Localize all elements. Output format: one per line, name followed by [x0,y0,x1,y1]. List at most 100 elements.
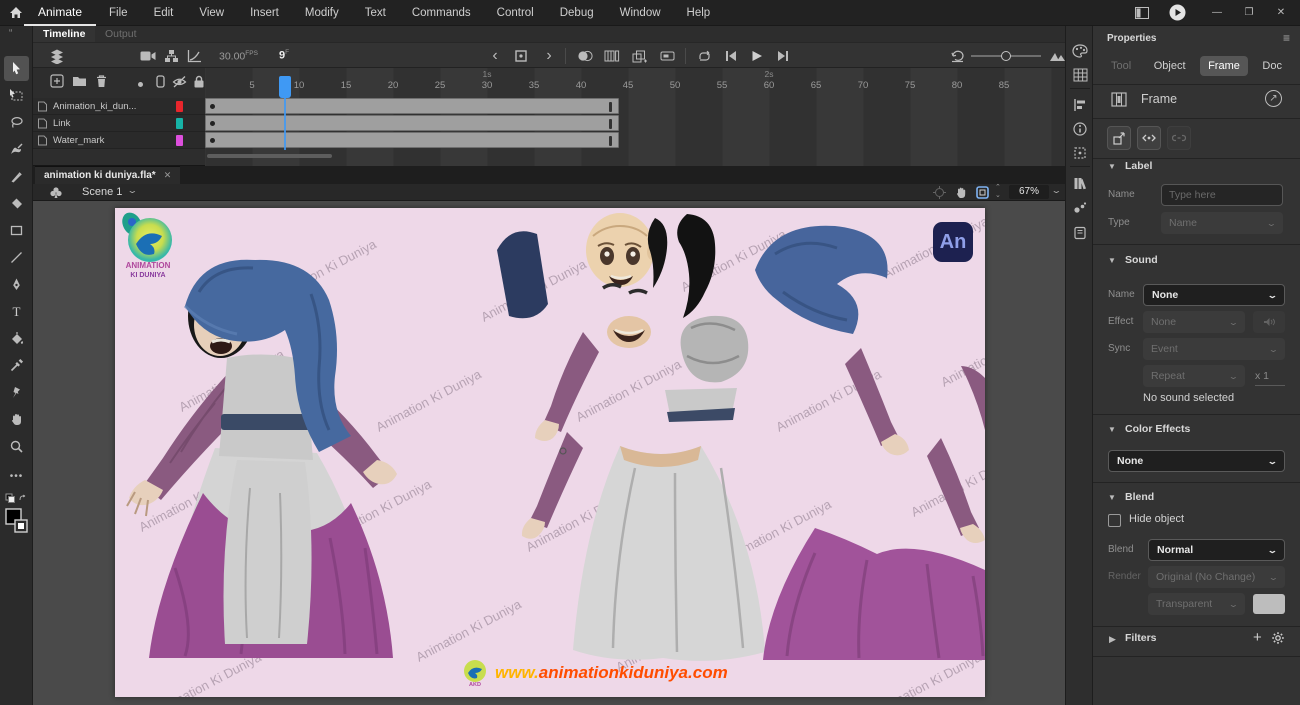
label-name-input[interactable] [1161,184,1283,206]
menu-edit[interactable]: Edit [141,0,187,26]
center-stage-icon[interactable] [933,186,946,199]
transform-panel-icon[interactable] [1071,144,1089,162]
tab-object[interactable]: Object [1146,56,1194,76]
close-document-icon[interactable]: ✕ [164,170,172,181]
symbol-edit-icon[interactable] [49,186,63,199]
line-tool[interactable] [4,245,29,270]
tab-frame[interactable]: Frame [1200,56,1248,76]
close-button[interactable]: ✕ [1268,0,1294,26]
delete-layer-icon[interactable] [91,72,111,90]
free-transform-tool[interactable] [4,83,29,108]
sound-section-title[interactable]: Sound [1125,254,1158,266]
highlight-layers-icon[interactable] [138,82,143,87]
layer-row-watermark[interactable]: Water_mark [33,132,205,149]
paint-bucket-tool[interactable] [4,326,29,351]
tab-timeline[interactable]: Timeline [33,26,95,42]
hide-object-checkbox[interactable] [1108,514,1121,527]
classic-brush-tool[interactable] [4,164,29,189]
document-tab[interactable]: animation ki duniya.fla* ✕ [35,166,180,184]
properties-panel-title[interactable]: Properties [1107,33,1156,44]
sound-repeat-count[interactable]: x 1 [1255,370,1285,386]
exchange-frames-button[interactable] [1137,126,1161,150]
clip-content-icon[interactable] [976,186,989,199]
library-panel-icon[interactable] [1071,174,1089,192]
tab-doc[interactable]: Doc [1254,56,1290,76]
sound-section-chevron-icon[interactable]: ▼ [1108,256,1116,265]
blend-section-title[interactable]: Blend [1125,491,1154,503]
timeline-zoom-slider[interactable] [971,55,1041,57]
label-section-chevron-icon[interactable]: ▼ [1108,162,1116,171]
next-keyframe-icon[interactable]: › [539,47,559,65]
more-tools-icon[interactable]: ••• [4,464,29,489]
hand-tool[interactable] [4,407,29,432]
menu-window[interactable]: Window [607,0,674,26]
test-movie-icon[interactable] [1169,4,1186,21]
frame-span[interactable] [205,132,619,148]
timeline-frames-area[interactable]: 1s 2s 5 10 15 20 25 30 35 40 45 50 55 60… [205,68,1065,166]
playhead[interactable] [279,76,291,98]
frame-span[interactable] [205,115,619,131]
onion-skin-outlines-icon[interactable] [602,47,622,65]
menu-help[interactable]: Help [674,0,724,26]
menu-modify[interactable]: Modify [292,0,352,26]
text-tool[interactable]: T [4,299,29,324]
menu-text[interactable]: Text [352,0,399,26]
layer-row-link[interactable]: Link [33,115,205,132]
fps-value[interactable]: 30.00FPS [219,50,258,63]
zoom-tool[interactable] [4,434,29,459]
fill-stroke-swatches[interactable] [5,508,29,534]
canvas-pasteboard[interactable]: Animation Ki Duniya Animation Ki Duniya … [33,201,1065,705]
history-panel-icon[interactable] [1071,224,1089,242]
zoom-level-value[interactable]: 67% [1009,185,1049,199]
fluid-brush-tool[interactable] [4,137,29,162]
new-folder-icon[interactable] [69,72,89,90]
tab-output[interactable]: Output [95,26,147,42]
menu-file[interactable]: File [96,0,141,26]
stage[interactable]: Animation Ki Duniya Animation Ki Duniya … [115,208,985,697]
layers-stack-icon[interactable] [47,47,67,65]
zoom-chevron-icon[interactable]: ⌄ [1051,186,1062,195]
tab-tool[interactable]: Tool [1103,56,1139,76]
collapse-panel-icon[interactable]: “ [9,28,12,39]
pen-tool[interactable] [4,272,29,297]
add-filter-icon[interactable]: + [1253,629,1262,646]
show-graph-icon[interactable] [184,47,204,65]
menu-debug[interactable]: Debug [547,0,607,26]
scene-chevron-icon[interactable]: ⌄ [127,186,138,195]
blend-mode-dropdown[interactable]: Normal⌄ [1148,539,1285,561]
outline-view-icon[interactable] [150,72,170,90]
align-panel-icon[interactable] [1071,96,1089,114]
layer-parenting-icon[interactable] [161,47,181,65]
layer-row-animation[interactable]: Animation_ki_dun... [33,98,205,115]
home-icon[interactable] [8,5,24,21]
panel-menu-icon[interactable]: ≡ [1283,31,1290,45]
lasso-tool[interactable] [4,110,29,135]
previous-keyframe-icon[interactable]: ‹ [485,47,505,65]
blend-section-chevron-icon[interactable]: ▼ [1108,493,1116,502]
restore-button[interactable]: ❐ [1236,0,1262,26]
zoom-stepper[interactable]: ⌃⌄ [995,184,1001,200]
filters-section-title[interactable]: Filters [1125,632,1157,644]
create-camera-icon[interactable] [657,47,677,65]
loop-icon[interactable] [694,47,714,65]
swap-symbol-button[interactable] [1107,126,1131,150]
frame-span[interactable] [205,98,619,114]
swap-colors-icon[interactable] [5,492,27,504]
scene-name[interactable]: Scene 1 [82,186,122,198]
current-frame-value[interactable]: 9F [279,49,289,62]
menu-insert[interactable]: Insert [237,0,292,26]
eraser-tool[interactable] [4,191,29,216]
menu-control[interactable]: Control [484,0,547,26]
eyedropper-tool[interactable] [4,353,29,378]
rectangle-tool[interactable] [4,218,29,243]
filters-section-chevron-icon[interactable]: ▶ [1109,634,1116,645]
camera-icon[interactable] [138,47,158,65]
hide-layers-icon[interactable] [169,72,189,90]
color-effects-title[interactable]: Color Effects [1125,423,1190,435]
menu-commands[interactable]: Commands [399,0,484,26]
label-section-title[interactable]: Label [1125,160,1152,172]
new-layer-icon[interactable] [47,72,67,90]
sound-name-dropdown[interactable]: None⌄ [1143,284,1285,306]
help-link-icon[interactable]: ↗ [1265,90,1282,107]
brush-library-panel-icon[interactable] [1071,198,1089,216]
